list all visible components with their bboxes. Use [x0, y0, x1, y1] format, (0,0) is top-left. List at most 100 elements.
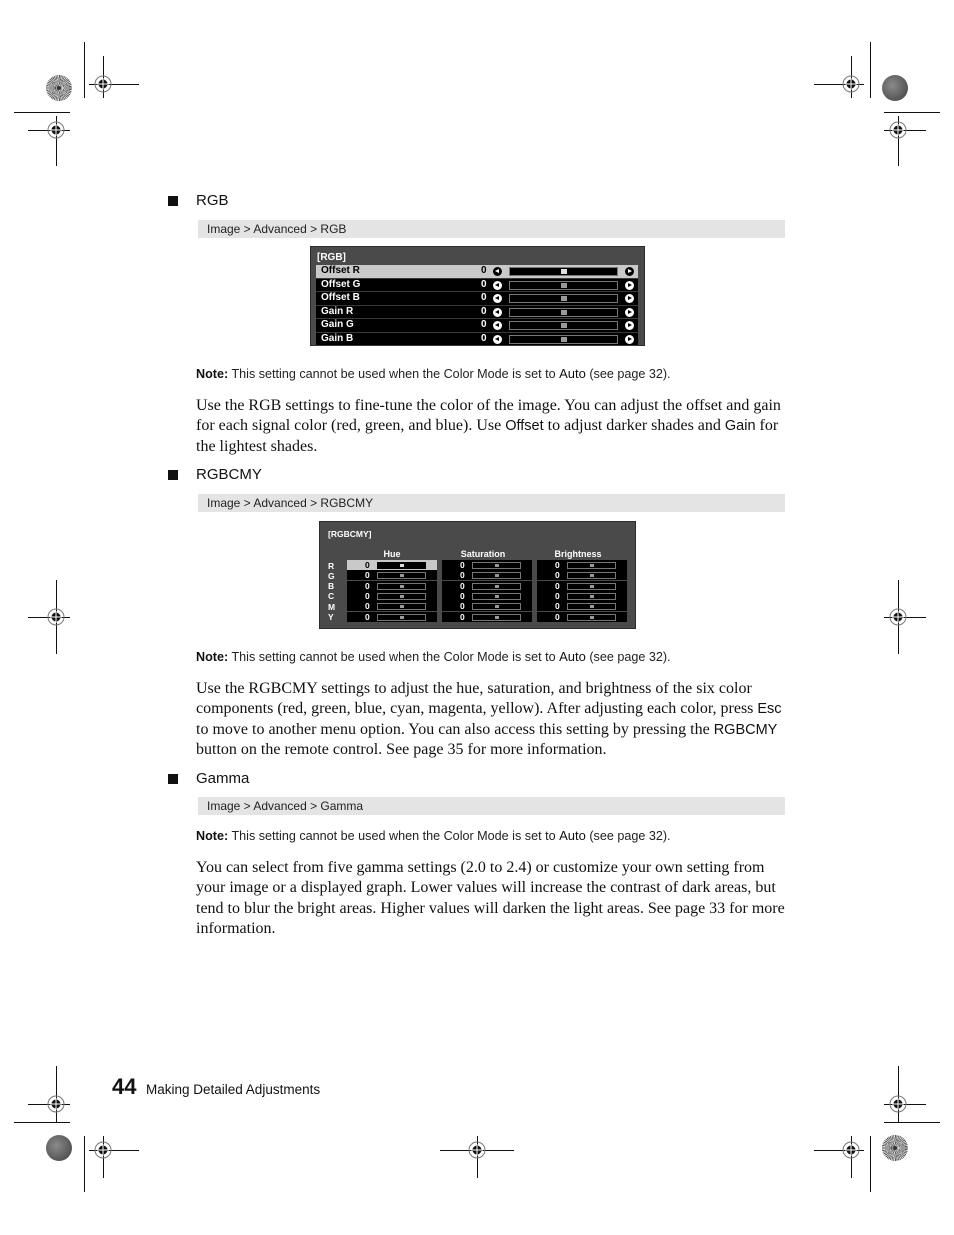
slider-thumb — [589, 605, 594, 609]
cell-value: 0 — [460, 560, 465, 570]
section-heading-gamma: Gamma — [168, 770, 249, 787]
registration-target-icon — [47, 1095, 65, 1113]
paragraph-text: button on the remote control. See page 3… — [196, 741, 607, 759]
slider-thumb — [494, 584, 499, 588]
row-value: 0 — [481, 278, 487, 290]
slider-track — [567, 562, 616, 569]
slider-track — [567, 613, 616, 621]
paragraph-text: to adjust darker shades and — [543, 417, 725, 435]
rgbcmy-cell-hue: 0 — [347, 560, 437, 570]
slider-track — [377, 562, 426, 569]
slider-thumb — [494, 605, 499, 609]
cell-value: 0 — [555, 570, 560, 581]
arrow-left-icon — [493, 294, 502, 303]
rgbcmy-cell-brightness: 0 — [537, 601, 627, 612]
color-target-icon — [46, 1135, 72, 1161]
note-text: This setting cannot be used when the Col… — [228, 650, 560, 664]
osd-title: [RGB] — [317, 252, 346, 263]
slider-track — [472, 582, 521, 590]
slider-track — [567, 592, 616, 600]
slider-track — [509, 334, 618, 344]
crosshair-line — [898, 1066, 899, 1122]
registration-target-icon — [842, 75, 860, 93]
arrow-left-icon — [493, 321, 502, 330]
row-letter: R — [328, 560, 335, 571]
registration-target-icon — [889, 121, 907, 139]
rgbcmy-cell-brightness: 0 — [537, 570, 627, 581]
keyword-offset: Offset — [505, 418, 544, 435]
rgb-menu-row: Gain R 0 — [316, 305, 638, 319]
slider-thumb — [589, 615, 594, 619]
row-value: 0 — [481, 305, 487, 317]
slider-track — [377, 603, 426, 611]
note-text: This setting cannot be used when the Col… — [228, 829, 560, 843]
arrow-right-icon — [625, 267, 634, 276]
registration-target-icon — [94, 75, 112, 93]
crosshair-line — [56, 1066, 57, 1122]
paragraph-text: You can select from five gamma settings … — [196, 859, 785, 938]
slider-thumb — [399, 574, 404, 578]
slider-track — [472, 613, 521, 621]
crop-mark — [870, 1136, 871, 1192]
cell-value: 0 — [555, 601, 560, 612]
slider-thumb — [560, 296, 567, 301]
slider-thumb — [560, 282, 567, 288]
rgbcmy-cell-hue: 0 — [347, 580, 437, 591]
registration-target-icon — [842, 1141, 860, 1159]
cell-value: 0 — [555, 580, 560, 591]
rgb-menu-rows: Offset R 0 Offset G 0 Offset B 0 Gain R … — [316, 265, 638, 346]
slider-thumb — [560, 323, 567, 328]
slider-thumb — [399, 605, 404, 609]
menu-path-bar: Image > Advanced > Gamma — [198, 797, 785, 815]
rgbcmy-cell-hue: 0 — [347, 570, 437, 581]
rgb-menu-screenshot: [RGB] Offset R 0 Offset G 0 Offset B 0 G… — [310, 246, 645, 346]
cell-value: 0 — [365, 580, 370, 591]
slider-thumb — [560, 336, 567, 342]
crop-mark — [14, 1122, 70, 1123]
rgbcmy-cell-saturation: 0 — [442, 570, 532, 581]
body-paragraph: You can select from five gamma settings … — [196, 858, 788, 940]
rgbcmy-cell-brightness: 0 — [537, 560, 627, 570]
rgbcmy-cell-saturation: 0 — [442, 560, 532, 570]
cell-value: 0 — [365, 601, 370, 612]
color-target-icon — [882, 1135, 908, 1161]
keyword-esc: Esc — [757, 701, 782, 718]
rgbcmy-cell-saturation: 0 — [442, 601, 532, 612]
slider-track — [567, 582, 616, 590]
slider-thumb — [589, 574, 594, 578]
crop-mark — [870, 42, 871, 98]
paragraph-text: to move to another menu option. You can … — [196, 720, 714, 738]
cell-value: 0 — [555, 590, 560, 601]
slider-thumb — [589, 594, 594, 598]
rgbcmy-cell-hue: 0 — [347, 601, 437, 612]
slider-track — [567, 572, 616, 580]
note: Note: This setting cannot be used when t… — [196, 649, 671, 664]
registration-target-icon — [889, 1095, 907, 1113]
slider-track — [472, 592, 521, 600]
section-heading-text: RGBCMY — [196, 466, 262, 483]
rgbcmy-cell-brightness: 0 — [537, 590, 627, 601]
arrow-right-icon — [625, 280, 634, 290]
note: Note: This setting cannot be used when t… — [196, 828, 671, 843]
slider-track — [472, 572, 521, 580]
slider-track — [509, 307, 618, 317]
slider-track — [567, 603, 616, 611]
slider-thumb — [399, 615, 404, 619]
chapter-title: Making Detailed Adjustments — [146, 1082, 321, 1097]
note-label: Note: — [196, 829, 229, 843]
row-label: Offset R — [321, 265, 360, 276]
slider-track — [472, 562, 521, 569]
color-target-icon — [46, 75, 72, 101]
slider-thumb — [494, 615, 499, 619]
cell-value: 0 — [365, 611, 370, 622]
arrow-left-icon — [493, 334, 502, 344]
slider-track — [509, 267, 618, 276]
cell-value: 0 — [460, 580, 465, 591]
cell-value: 0 — [460, 570, 465, 581]
section-heading-rgb: RGB — [168, 192, 229, 209]
rgbcmy-cell-hue: 0 — [347, 590, 437, 601]
note-label: Note: — [196, 650, 229, 664]
cell-value: 0 — [365, 590, 370, 601]
cell-value: 0 — [555, 611, 560, 622]
cell-value: 0 — [460, 590, 465, 601]
